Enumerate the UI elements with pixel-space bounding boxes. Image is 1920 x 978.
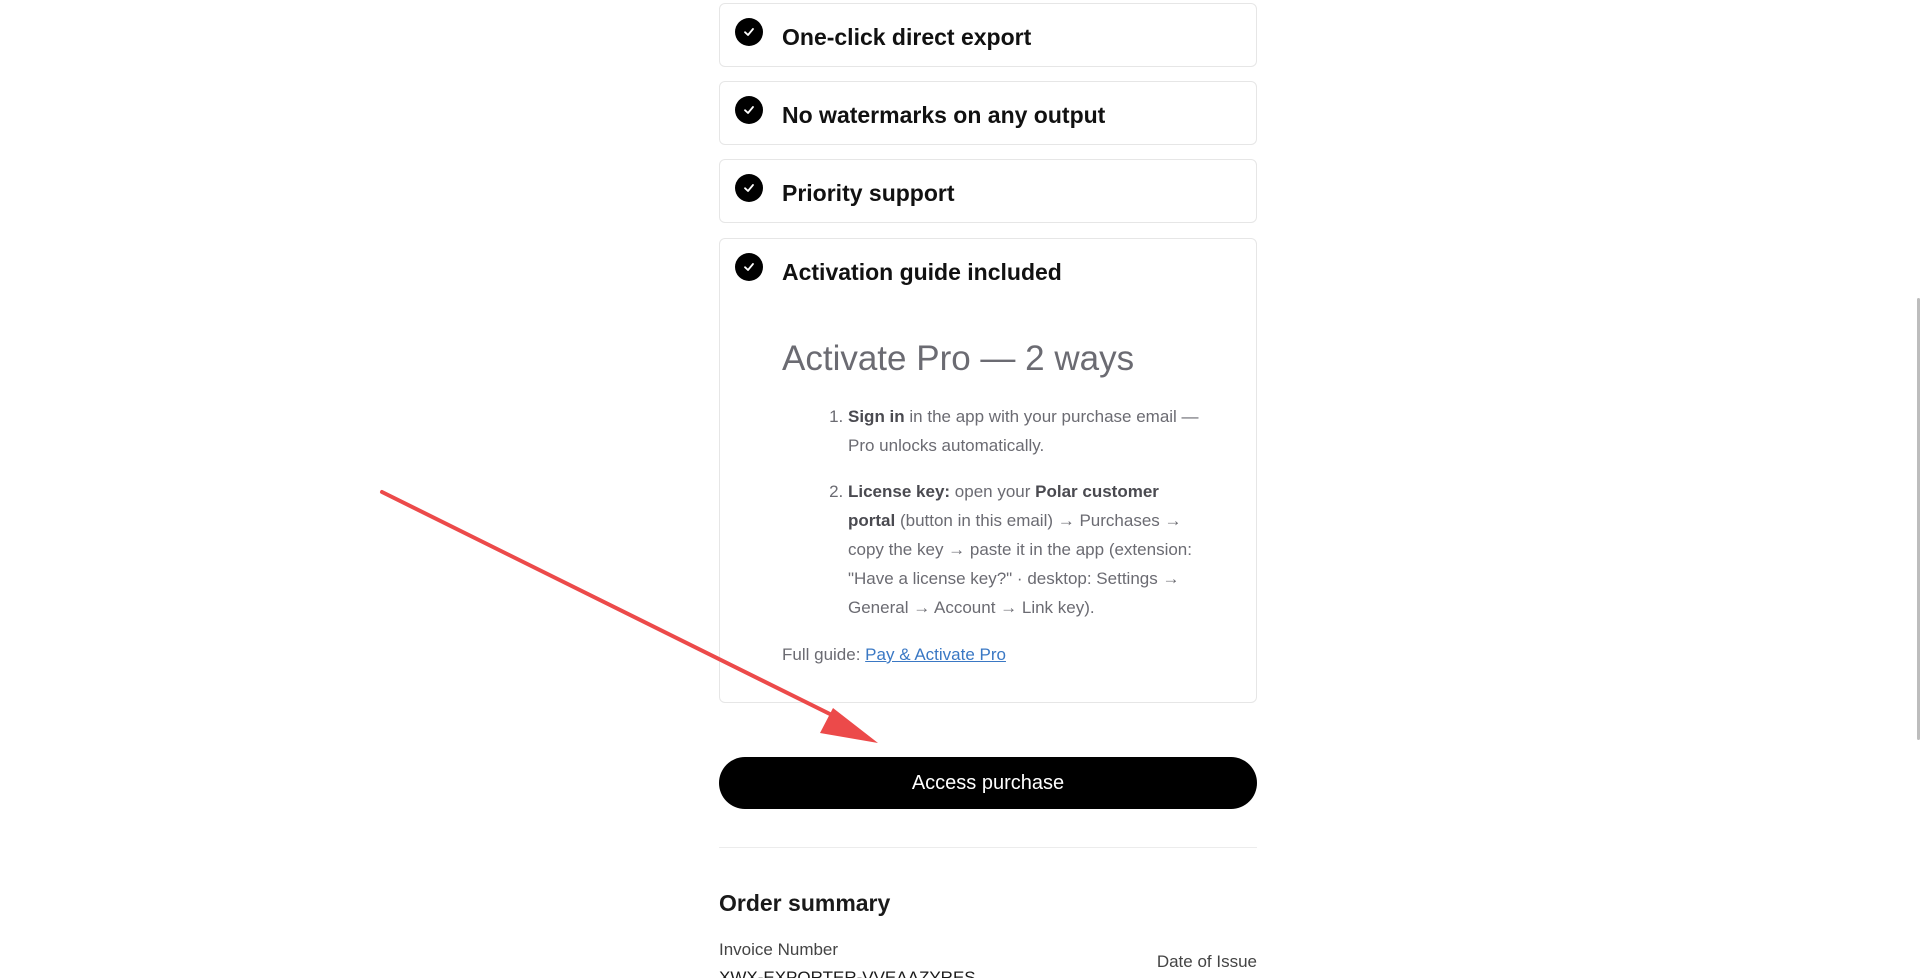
activation-steps-list: Sign in in the app with your purchase em… <box>782 402 1202 639</box>
scrollbar[interactable] <box>1916 0 1920 978</box>
feature-title: Activation guide included <box>782 259 1062 285</box>
invoice-number-value: XWX-EXPORTER-VVEAAZYRES <box>719 968 976 978</box>
check-circle-icon <box>735 253 763 281</box>
guide-heading: Activate Pro — 2 ways <box>782 339 1135 378</box>
check-circle-icon <box>735 174 763 202</box>
feature-item: No watermarks on any output <box>719 81 1257 145</box>
order-summary-title: Order summary <box>719 890 891 916</box>
access-purchase-button[interactable]: Access purchase <box>719 757 1257 809</box>
feature-title: One-click direct export <box>782 24 1032 50</box>
list-item: Sign in in the app with your purchase em… <box>848 402 1202 460</box>
date-of-issue-label: Date of Issue <box>1156 952 1257 971</box>
step-bold-text: Sign in <box>848 407 905 426</box>
list-item: License key: open your Polar customer po… <box>848 477 1202 622</box>
feature-item: Priority support <box>719 159 1257 223</box>
feature-title: Priority support <box>782 180 955 206</box>
invoice-number-label: Invoice Number <box>719 940 839 959</box>
full-guide-line: Full guide: Pay & Activate Pro <box>782 645 1006 665</box>
full-guide-label: Full guide: <box>782 645 866 664</box>
feature-title: No watermarks on any output <box>782 102 1106 128</box>
activation-guide-card: Activation guide included Activate Pro —… <box>719 238 1257 703</box>
divider <box>719 847 1257 848</box>
check-circle-icon <box>735 18 763 46</box>
page: One-click direct export No watermarks on… <box>0 0 1920 978</box>
check-circle-icon <box>735 96 763 124</box>
full-guide-link[interactable]: Pay & Activate Pro <box>865 645 1006 664</box>
feature-item: One-click direct export <box>719 3 1257 67</box>
step-text: (button in this email) → Purchases → cop… <box>848 511 1192 617</box>
step-bold-text: License key: <box>848 482 951 501</box>
step-text: open your <box>950 482 1036 501</box>
